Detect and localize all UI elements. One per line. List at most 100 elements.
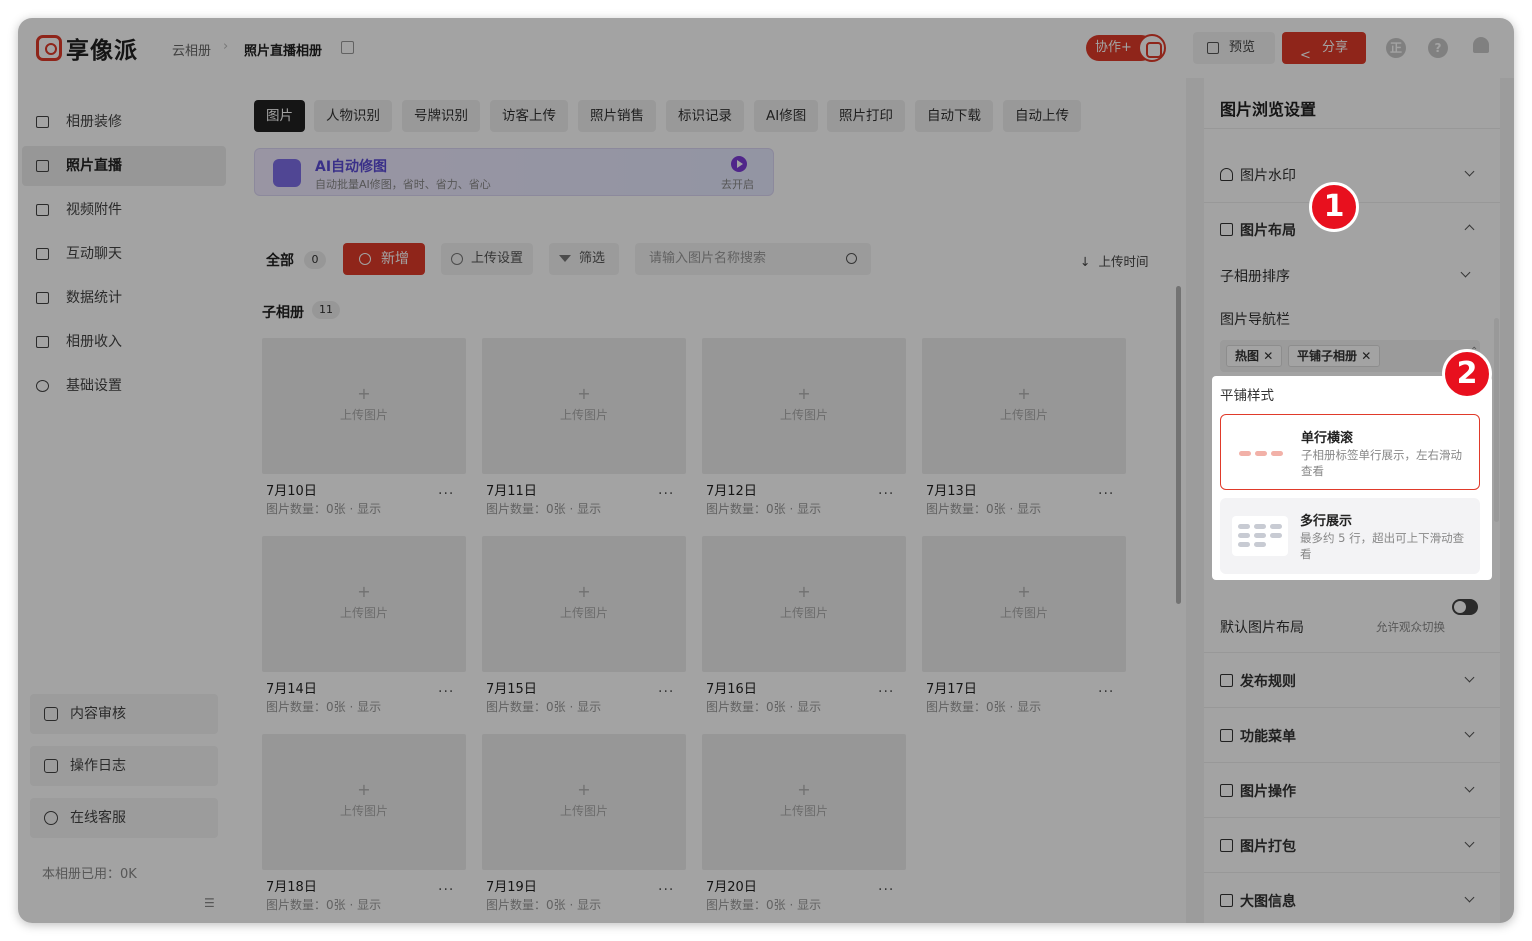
main-scrollbar[interactable]	[1176, 286, 1181, 604]
user-avatar[interactable]: 正	[1386, 38, 1406, 58]
banner-action[interactable]: 去开启	[721, 176, 754, 192]
sort-button[interactable]: ↓ 上传时间	[1080, 251, 1149, 270]
section-function-menu[interactable]: 功能菜单	[1240, 726, 1296, 746]
more-options-icon[interactable]: ···	[878, 486, 894, 502]
upload-dropzone[interactable]: + 上传图片	[702, 734, 906, 870]
bell-icon[interactable]	[1473, 37, 1489, 53]
section-photo-actions[interactable]: 图片操作	[1240, 781, 1296, 801]
more-options-icon[interactable]: ···	[1098, 684, 1114, 700]
upload-dropzone[interactable]: + 上传图片	[702, 536, 906, 672]
tab-photo-sales[interactable]: 照片销售	[578, 100, 656, 132]
section-publish-rules[interactable]: 发布规则	[1240, 671, 1296, 691]
tab-ai-retouch[interactable]: AI修图	[754, 100, 819, 132]
add-button[interactable]: 新增	[343, 243, 425, 275]
panel-scrollbar[interactable]	[1494, 318, 1499, 522]
upload-label: 上传图片	[559, 804, 608, 818]
plus-icon: +	[357, 582, 371, 601]
upload-dropzone[interactable]: + 上传图片	[702, 338, 906, 474]
chevron-up-icon[interactable]	[1464, 224, 1475, 235]
more-options-icon[interactable]: ···	[878, 882, 894, 898]
tab-mark-records[interactable]: 标识记录	[666, 100, 744, 132]
plus-icon: +	[577, 780, 591, 799]
option-multi-row[interactable]: 多行展示 最多约 5 行，超出可上下滑动查看	[1220, 498, 1480, 574]
add-label: 新增	[381, 251, 409, 267]
tab-visitor-upload[interactable]: 访客上传	[490, 100, 568, 132]
search-input[interactable]: 请输入图片名称搜索	[635, 243, 871, 275]
sidebar-item-chat[interactable]: 互动聊天	[22, 234, 226, 274]
content-review-button[interactable]: 内容审核	[30, 694, 218, 734]
operation-log-button[interactable]: 操作日志	[30, 746, 218, 786]
online-support-button[interactable]: 在线客服	[30, 798, 218, 838]
more-options-icon[interactable]: ···	[438, 684, 454, 700]
sidebar-item-income[interactable]: 相册收入	[22, 322, 226, 362]
sub-album-sort-label[interactable]: 子相册排序	[1220, 266, 1290, 286]
search-icon[interactable]	[846, 253, 857, 264]
upload-dropzone[interactable]: + 上传图片	[922, 536, 1126, 672]
upload-dropzone[interactable]: + 上传图片	[262, 338, 466, 474]
more-options-icon[interactable]: ···	[658, 882, 674, 898]
sidebar-item-stats[interactable]: 数据统计	[22, 278, 226, 318]
chevron-down-icon[interactable]	[1464, 892, 1475, 903]
upload-label: 上传图片	[339, 804, 388, 818]
section-photo-package[interactable]: 图片打包	[1240, 836, 1296, 856]
upload-settings-button[interactable]: 上传设置	[441, 243, 533, 275]
more-options-icon[interactable]: ···	[438, 882, 454, 898]
sidebar-item-label: 互动聊天	[66, 246, 122, 262]
allow-switch-toggle[interactable]	[1452, 599, 1478, 615]
upload-dropzone[interactable]: + 上传图片	[482, 734, 686, 870]
tag-tiled-sub-album[interactable]: 平铺子相册 ✕	[1288, 345, 1381, 367]
close-icon[interactable]: ✕	[1361, 349, 1371, 363]
sidebar-item-decoration[interactable]: 相册装修	[22, 102, 226, 142]
more-options-icon[interactable]: ···	[658, 684, 674, 700]
sidebar-item-settings[interactable]: 基础设置	[22, 366, 226, 406]
tab-auto-download[interactable]: 自动下载	[915, 100, 993, 132]
sidebar-item-video[interactable]: 视频附件	[22, 190, 226, 230]
more-options-icon[interactable]: ···	[658, 486, 674, 502]
breadcrumb-root[interactable]: 云相册	[172, 40, 211, 59]
more-options-icon[interactable]: ···	[438, 486, 454, 502]
more-options-icon[interactable]: ···	[878, 684, 894, 700]
ai-retouch-banner[interactable]: AI自动修图 自动批量AI修图，省时、省力、省心 去开启	[254, 148, 774, 196]
sub-album-title: 7月18日	[266, 880, 317, 895]
share-button[interactable]: < 分享	[1282, 32, 1366, 64]
section-image-info[interactable]: 大图信息	[1240, 891, 1296, 911]
upload-dropzone[interactable]: + 上传图片	[262, 536, 466, 672]
side-btn-label: 内容审核	[70, 706, 126, 722]
divider	[1204, 128, 1500, 129]
chevron-down-icon[interactable]	[1464, 782, 1475, 793]
decoration-icon	[36, 116, 49, 128]
tab-bib-recognition[interactable]: 号牌识别	[402, 100, 480, 132]
upload-dropzone[interactable]: + 上传图片	[482, 536, 686, 672]
nav-tag-select[interactable]: 热图 ✕ 平铺子相册 ✕ ⌃⌄	[1220, 340, 1480, 372]
chevron-down-icon[interactable]	[1464, 672, 1475, 683]
filter-all-label[interactable]: 全部	[266, 250, 294, 270]
collapse-sidebar-icon[interactable]: ☰	[204, 896, 215, 910]
chevron-down-icon[interactable]	[1464, 166, 1475, 177]
upload-dropzone[interactable]: + 上传图片	[262, 734, 466, 870]
help-icon[interactable]: ?	[1428, 38, 1448, 58]
close-icon[interactable]: ✕	[1263, 349, 1273, 363]
section-layout[interactable]: 图片布局	[1240, 220, 1296, 240]
plus-icon: +	[1017, 582, 1031, 601]
play-icon[interactable]	[731, 156, 747, 172]
sidebar-item-photo-live[interactable]: 照片直播	[22, 146, 226, 186]
tab-auto-upload[interactable]: 自动上传	[1003, 100, 1081, 132]
filter-button[interactable]: 筛选	[549, 243, 619, 275]
chevron-down-icon[interactable]	[1460, 267, 1471, 278]
upload-dropzone[interactable]: + 上传图片	[482, 338, 686, 474]
chevron-down-icon[interactable]	[1464, 837, 1475, 848]
preview-button[interactable]: 预览	[1193, 32, 1275, 64]
review-icon	[44, 707, 58, 721]
section-watermark[interactable]: 图片水印	[1240, 165, 1296, 185]
option-single-row-scroll[interactable]: 单行横滚 子相册标签单行展示，左右滑动查看	[1220, 414, 1480, 490]
chevron-down-icon[interactable]	[1464, 727, 1475, 738]
edit-icon[interactable]	[341, 41, 354, 54]
tab-photos[interactable]: 图片	[254, 100, 305, 132]
tab-photo-print[interactable]: 照片打印	[827, 100, 905, 132]
upload-dropzone[interactable]: + 上传图片	[922, 338, 1126, 474]
tab-face-recognition[interactable]: 人物识别	[314, 100, 392, 132]
more-options-icon[interactable]: ···	[1098, 486, 1114, 502]
option-desc: 最多约 5 行，超出可上下滑动查看	[1300, 531, 1465, 561]
tag-hot[interactable]: 热图 ✕	[1226, 345, 1283, 367]
plus-icon: +	[577, 384, 591, 403]
